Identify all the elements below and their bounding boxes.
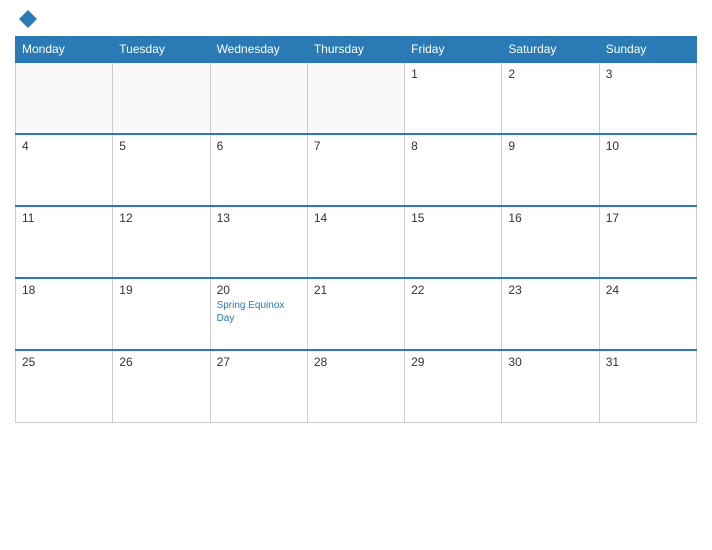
day-number: 6 — [217, 139, 301, 153]
day-number: 5 — [119, 139, 203, 153]
calendar-cell: 16 — [502, 206, 599, 278]
logo-icon — [19, 10, 37, 28]
calendar-cell: 6 — [210, 134, 307, 206]
calendar-cell: 18 — [16, 278, 113, 350]
calendar-cell: 4 — [16, 134, 113, 206]
calendar-cell: 24 — [599, 278, 696, 350]
calendar-cell — [307, 62, 404, 134]
header-wednesday: Wednesday — [210, 37, 307, 63]
calendar-header — [15, 10, 697, 28]
calendar-cell: 30 — [502, 350, 599, 422]
day-number: 30 — [508, 355, 592, 369]
weekday-header-row: Monday Tuesday Wednesday Thursday Friday… — [16, 37, 697, 63]
day-number: 20 — [217, 283, 301, 297]
calendar-cell: 25 — [16, 350, 113, 422]
day-number: 3 — [606, 67, 690, 81]
calendar-cell: 3 — [599, 62, 696, 134]
day-number: 9 — [508, 139, 592, 153]
day-number: 24 — [606, 283, 690, 297]
day-number: 15 — [411, 211, 495, 225]
calendar-cell: 28 — [307, 350, 404, 422]
calendar-cell — [113, 62, 210, 134]
calendar-cell: 27 — [210, 350, 307, 422]
calendar-cell: 14 — [307, 206, 404, 278]
calendar-cell: 19 — [113, 278, 210, 350]
day-number: 7 — [314, 139, 398, 153]
header-tuesday: Tuesday — [113, 37, 210, 63]
day-number: 11 — [22, 211, 106, 225]
calendar-week-row: 11 12 13 14 15 16 17 — [16, 206, 697, 278]
calendar-cell: 17 — [599, 206, 696, 278]
day-number: 16 — [508, 211, 592, 225]
calendar-week-row: 123 — [16, 62, 697, 134]
calendar-cell: 2 — [502, 62, 599, 134]
day-number: 4 — [22, 139, 106, 153]
header-sunday: Sunday — [599, 37, 696, 63]
day-number: 14 — [314, 211, 398, 225]
calendar-container: Monday Tuesday Wednesday Thursday Friday… — [0, 0, 712, 550]
calendar-cell: 20 Spring Equinox Day — [210, 278, 307, 350]
calendar-cell: 1 — [405, 62, 502, 134]
calendar-cell: 15 — [405, 206, 502, 278]
day-number: 22 — [411, 283, 495, 297]
day-number: 29 — [411, 355, 495, 369]
calendar-cell: 8 — [405, 134, 502, 206]
header-thursday: Thursday — [307, 37, 404, 63]
day-number: 23 — [508, 283, 592, 297]
day-number: 2 — [508, 67, 592, 81]
header-monday: Monday — [16, 37, 113, 63]
day-number: 26 — [119, 355, 203, 369]
day-number: 12 — [119, 211, 203, 225]
header-saturday: Saturday — [502, 37, 599, 63]
calendar-week-row: 25 26 27 28 29 30 31 — [16, 350, 697, 422]
calendar-cell — [16, 62, 113, 134]
day-number: 13 — [217, 211, 301, 225]
header-friday: Friday — [405, 37, 502, 63]
calendar-cell: 5 — [113, 134, 210, 206]
day-number: 31 — [606, 355, 690, 369]
calendar-cell: 13 — [210, 206, 307, 278]
calendar-cell: 10 — [599, 134, 696, 206]
calendar-cell: 22 — [405, 278, 502, 350]
day-number: 25 — [22, 355, 106, 369]
day-number: 8 — [411, 139, 495, 153]
day-number: 28 — [314, 355, 398, 369]
logo — [15, 10, 37, 28]
calendar-cell: 26 — [113, 350, 210, 422]
calendar-cell: 29 — [405, 350, 502, 422]
calendar-cell: 21 — [307, 278, 404, 350]
calendar-cell — [210, 62, 307, 134]
calendar-week-row: 18 19 20 Spring Equinox Day 21 22 23 24 — [16, 278, 697, 350]
day-number: 10 — [606, 139, 690, 153]
day-number: 1 — [411, 67, 495, 81]
calendar-week-row: 456789 10 — [16, 134, 697, 206]
day-number: 17 — [606, 211, 690, 225]
calendar-cell: 23 — [502, 278, 599, 350]
calendar-cell: 31 — [599, 350, 696, 422]
calendar-table: Monday Tuesday Wednesday Thursday Friday… — [15, 36, 697, 423]
holiday-label: Spring Equinox Day — [217, 299, 301, 325]
day-number: 27 — [217, 355, 301, 369]
day-number: 21 — [314, 283, 398, 297]
calendar-cell: 7 — [307, 134, 404, 206]
calendar-cell: 9 — [502, 134, 599, 206]
day-number: 19 — [119, 283, 203, 297]
calendar-cell: 11 — [16, 206, 113, 278]
day-number: 18 — [22, 283, 106, 297]
calendar-cell: 12 — [113, 206, 210, 278]
